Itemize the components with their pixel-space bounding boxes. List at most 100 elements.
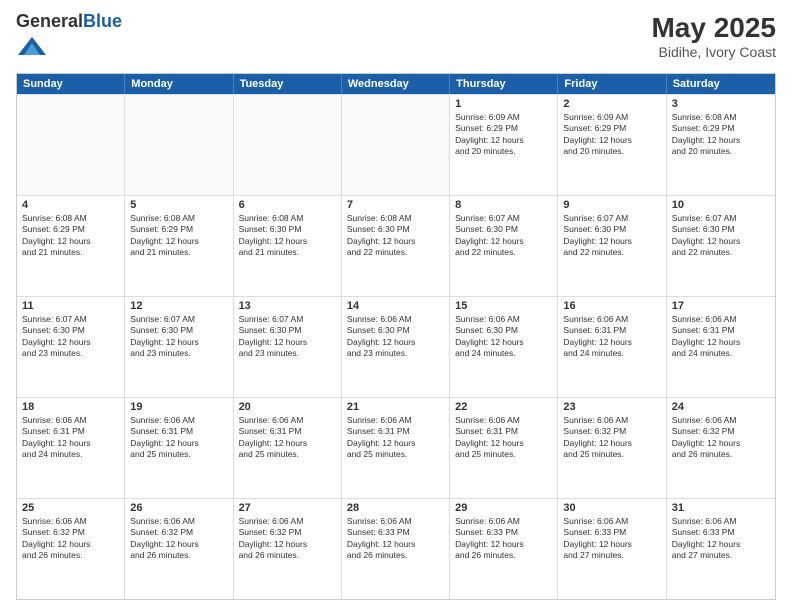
cell-text: Sunrise: 6:07 AMSunset: 6:30 PMDaylight:… — [130, 314, 227, 360]
calendar-header: SundayMondayTuesdayWednesdayThursdayFrid… — [17, 74, 775, 94]
cal-cell-day-6: 6 Sunrise: 6:08 AMSunset: 6:30 PMDaylight… — [234, 196, 342, 296]
day-number: 6 — [239, 199, 336, 211]
header-day-wednesday: Wednesday — [342, 74, 450, 94]
cell-text: Sunrise: 6:06 AMSunset: 6:31 PMDaylight:… — [672, 314, 770, 360]
cal-cell-day-26: 26 Sunrise: 6:06 AMSunset: 6:32 PMDayligh… — [125, 499, 233, 599]
day-number: 25 — [22, 502, 119, 514]
cal-row-0: 1 Sunrise: 6:09 AMSunset: 6:29 PMDaylight… — [17, 94, 775, 195]
cell-text: Sunrise: 6:06 AMSunset: 6:32 PMDaylight:… — [672, 415, 770, 461]
cal-cell-day-12: 12 Sunrise: 6:07 AMSunset: 6:30 PMDayligh… — [125, 297, 233, 397]
day-number: 8 — [455, 199, 552, 211]
header-day-thursday: Thursday — [450, 74, 558, 94]
cell-text: Sunrise: 6:06 AMSunset: 6:33 PMDaylight:… — [672, 516, 770, 562]
cal-cell-day-31: 31 Sunrise: 6:06 AMSunset: 6:33 PMDayligh… — [667, 499, 775, 599]
cal-row-1: 4 Sunrise: 6:08 AMSunset: 6:29 PMDaylight… — [17, 195, 775, 296]
day-number: 31 — [672, 502, 770, 514]
cal-cell-day-20: 20 Sunrise: 6:06 AMSunset: 6:31 PMDayligh… — [234, 398, 342, 498]
day-number: 24 — [672, 401, 770, 413]
page: GeneralBlue May 2025 Bidihe, Ivory Coast… — [0, 0, 792, 612]
cell-text: Sunrise: 6:06 AMSunset: 6:33 PMDaylight:… — [563, 516, 660, 562]
cal-row-4: 25 Sunrise: 6:06 AMSunset: 6:32 PMDayligh… — [17, 498, 775, 599]
cell-text: Sunrise: 6:06 AMSunset: 6:33 PMDaylight:… — [455, 516, 552, 562]
cell-text: Sunrise: 6:09 AMSunset: 6:29 PMDaylight:… — [455, 112, 552, 158]
cal-cell-day-9: 9 Sunrise: 6:07 AMSunset: 6:30 PMDaylight… — [558, 196, 666, 296]
logo-text: GeneralBlue — [16, 12, 122, 32]
day-number: 17 — [672, 300, 770, 312]
cal-cell-day-2: 2Sunrise: 6:09 AMSunset: 6:29 PMDaylight… — [558, 95, 666, 195]
day-number: 7 — [347, 199, 444, 211]
empty-cell — [342, 95, 450, 195]
cal-cell-day-24: 24 Sunrise: 6:06 AMSunset: 6:32 PMDayligh… — [667, 398, 775, 498]
cal-cell-day-5: 5 Sunrise: 6:08 AMSunset: 6:29 PMDaylight… — [125, 196, 233, 296]
cal-cell-day-17: 17 Sunrise: 6:06 AMSunset: 6:31 PMDayligh… — [667, 297, 775, 397]
empty-cell — [125, 95, 233, 195]
logo-general: General — [16, 11, 83, 31]
day-number: 19 — [130, 401, 227, 413]
day-number: 15 — [455, 300, 552, 312]
day-number: 28 — [347, 502, 444, 514]
cell-text: Sunrise: 6:06 AMSunset: 6:32 PMDaylight:… — [563, 415, 660, 461]
header-day-friday: Friday — [558, 74, 666, 94]
cal-cell-day-7: 7Sunrise: 6:08 AMSunset: 6:30 PMDaylight… — [342, 196, 450, 296]
day-number: 22 — [455, 401, 552, 413]
cell-text: Sunrise: 6:06 AMSunset: 6:31 PMDaylight:… — [130, 415, 227, 461]
header-day-monday: Monday — [125, 74, 233, 94]
day-number: 14 — [347, 300, 444, 312]
day-number: 20 — [239, 401, 336, 413]
main-title: May 2025 — [651, 12, 776, 44]
cal-cell-day-4: 4 Sunrise: 6:08 AMSunset: 6:29 PMDaylight… — [17, 196, 125, 296]
cal-row-3: 18 Sunrise: 6:06 AMSunset: 6:31 PMDayligh… — [17, 397, 775, 498]
logo-blue: Blue — [83, 11, 122, 31]
cal-cell-day-8: 8 Sunrise: 6:07 AMSunset: 6:30 PMDaylight… — [450, 196, 558, 296]
day-number: 30 — [563, 502, 660, 514]
cal-cell-day-14: 14Sunrise: 6:06 AMSunset: 6:30 PMDayligh… — [342, 297, 450, 397]
cell-text: Sunrise: 6:06 AMSunset: 6:33 PMDaylight:… — [347, 516, 444, 562]
day-number: 18 — [22, 401, 119, 413]
day-number: 4 — [22, 199, 119, 211]
subtitle: Bidihe, Ivory Coast — [651, 44, 776, 60]
cell-text: Sunrise: 6:07 AMSunset: 6:30 PMDaylight:… — [22, 314, 119, 360]
cal-cell-day-29: 29 Sunrise: 6:06 AMSunset: 6:33 PMDayligh… — [450, 499, 558, 599]
cal-cell-day-27: 27Sunrise: 6:06 AMSunset: 6:32 PMDayligh… — [234, 499, 342, 599]
empty-cell — [17, 95, 125, 195]
cal-cell-day-21: 21Sunrise: 6:06 AMSunset: 6:31 PMDayligh… — [342, 398, 450, 498]
cal-cell-day-23: 23 Sunrise: 6:06 AMSunset: 6:32 PMDayligh… — [558, 398, 666, 498]
cell-text: Sunrise: 6:07 AMSunset: 6:30 PMDaylight:… — [563, 213, 660, 259]
day-number: 23 — [563, 401, 660, 413]
cell-text: Sunrise: 6:07 AMSunset: 6:30 PMDaylight:… — [239, 314, 336, 360]
cell-text: Sunrise: 6:07 AMSunset: 6:30 PMDaylight:… — [455, 213, 552, 259]
cal-cell-day-11: 11Sunrise: 6:07 AMSunset: 6:30 PMDayligh… — [17, 297, 125, 397]
cal-cell-day-1: 1 Sunrise: 6:09 AMSunset: 6:29 PMDaylight… — [450, 95, 558, 195]
day-number: 29 — [455, 502, 552, 514]
cell-text: Sunrise: 6:06 AMSunset: 6:32 PMDaylight:… — [22, 516, 119, 562]
cell-text: Sunrise: 6:06 AMSunset: 6:32 PMDaylight:… — [239, 516, 336, 562]
cal-cell-day-25: 25 Sunrise: 6:06 AMSunset: 6:32 PMDayligh… — [17, 499, 125, 599]
day-number: 12 — [130, 300, 227, 312]
cell-text: Sunrise: 6:06 AMSunset: 6:32 PMDaylight:… — [130, 516, 227, 562]
day-number: 13 — [239, 300, 336, 312]
day-number: 5 — [130, 199, 227, 211]
day-number: 9 — [563, 199, 660, 211]
cell-text: Sunrise: 6:06 AMSunset: 6:31 PMDaylight:… — [239, 415, 336, 461]
cell-text: Sunrise: 6:08 AMSunset: 6:29 PMDaylight:… — [130, 213, 227, 259]
header: GeneralBlue May 2025 Bidihe, Ivory Coast — [16, 12, 776, 65]
cal-row-2: 11Sunrise: 6:07 AMSunset: 6:30 PMDayligh… — [17, 296, 775, 397]
calendar-body: 1 Sunrise: 6:09 AMSunset: 6:29 PMDaylight… — [17, 94, 775, 599]
header-day-saturday: Saturday — [667, 74, 775, 94]
cell-text: Sunrise: 6:06 AMSunset: 6:31 PMDaylight:… — [455, 415, 552, 461]
cal-cell-day-16: 16Sunrise: 6:06 AMSunset: 6:31 PMDayligh… — [558, 297, 666, 397]
cal-cell-day-19: 19 Sunrise: 6:06 AMSunset: 6:31 PMDayligh… — [125, 398, 233, 498]
cal-cell-day-18: 18Sunrise: 6:06 AMSunset: 6:31 PMDayligh… — [17, 398, 125, 498]
cal-cell-day-3: 3Sunrise: 6:08 AMSunset: 6:29 PMDaylight… — [667, 95, 775, 195]
cal-cell-day-28: 28 Sunrise: 6:06 AMSunset: 6:33 PMDayligh… — [342, 499, 450, 599]
cal-cell-day-30: 30 Sunrise: 6:06 AMSunset: 6:33 PMDayligh… — [558, 499, 666, 599]
day-number: 26 — [130, 502, 227, 514]
cell-text: Sunrise: 6:08 AMSunset: 6:29 PMDaylight:… — [22, 213, 119, 259]
day-number: 1 — [455, 98, 552, 110]
cell-text: Sunrise: 6:08 AMSunset: 6:30 PMDaylight:… — [239, 213, 336, 259]
cell-text: Sunrise: 6:06 AMSunset: 6:30 PMDaylight:… — [455, 314, 552, 360]
logo-icon — [18, 32, 46, 60]
cal-cell-day-13: 13 Sunrise: 6:07 AMSunset: 6:30 PMDayligh… — [234, 297, 342, 397]
cal-cell-day-10: 10Sunrise: 6:07 AMSunset: 6:30 PMDayligh… — [667, 196, 775, 296]
day-number: 2 — [563, 98, 660, 110]
